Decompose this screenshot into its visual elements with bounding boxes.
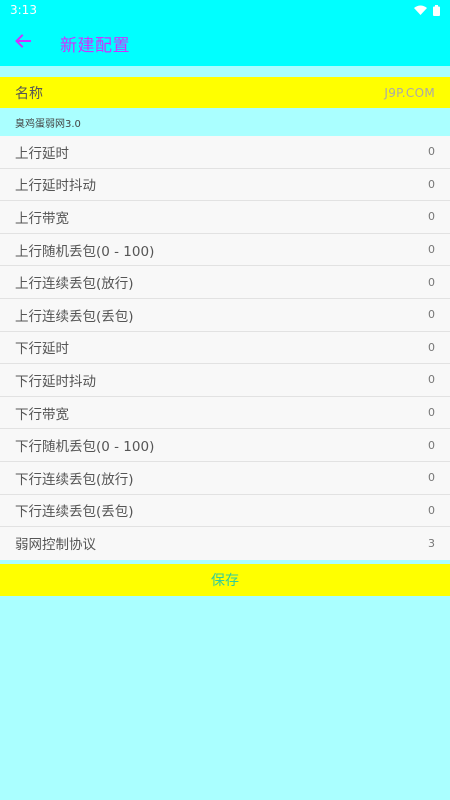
setting-row-downlink-delay[interactable]: 下行延时 0 xyxy=(0,332,450,365)
setting-label: 下行随机丢包(0 - 100) xyxy=(15,439,155,456)
back-button[interactable] xyxy=(0,20,46,66)
setting-label: 上行随机丢包(0 - 100) xyxy=(15,243,155,260)
setting-row-downlink-burst-drop[interactable]: 下行连续丢包(丢包) 0 xyxy=(0,495,450,528)
setting-value: 0 xyxy=(428,243,435,257)
save-button[interactable]: 保存 xyxy=(0,564,450,596)
setting-label: 下行延时抖动 xyxy=(15,373,96,390)
setting-label: 上行带宽 xyxy=(15,210,69,227)
setting-value: 0 xyxy=(428,471,435,485)
setting-row-uplink-random-loss[interactable]: 上行随机丢包(0 - 100) 0 xyxy=(0,234,450,267)
setting-row-downlink-burst-pass[interactable]: 下行连续丢包(放行) 0 xyxy=(0,462,450,495)
setting-value: 0 xyxy=(428,438,435,452)
divider-strip xyxy=(0,66,450,76)
status-time: 3:13 xyxy=(10,3,37,17)
setting-value: 0 xyxy=(428,373,435,387)
config-subtitle: 臭鸡蛋弱网3.0 xyxy=(0,108,450,136)
setting-value: 3 xyxy=(428,536,435,550)
settings-list: 上行延时 0 上行延时抖动 0 上行带宽 0 上行随机丢包(0 - 100) 0… xyxy=(0,136,450,560)
setting-label: 下行连续丢包(丢包) xyxy=(15,504,134,521)
setting-label: 下行连续丢包(放行) xyxy=(15,471,134,488)
status-bar: 3:13 xyxy=(0,0,450,20)
setting-label: 上行连续丢包(丢包) xyxy=(15,308,134,325)
save-button-label: 保存 xyxy=(211,573,239,589)
setting-value: 0 xyxy=(428,340,435,354)
setting-row-uplink-bandwidth[interactable]: 上行带宽 0 xyxy=(0,201,450,234)
setting-row-downlink-bandwidth[interactable]: 下行带宽 0 xyxy=(0,397,450,430)
setting-label: 上行延时抖动 xyxy=(15,178,96,195)
setting-value: 0 xyxy=(428,406,435,420)
setting-row-uplink-burst-pass[interactable]: 上行连续丢包(放行) 0 xyxy=(0,266,450,299)
wifi-icon xyxy=(414,5,427,15)
setting-label: 上行延时 xyxy=(15,145,69,162)
setting-label: 下行延时 xyxy=(15,341,69,358)
back-arrow-icon xyxy=(14,32,32,54)
setting-value: 0 xyxy=(428,308,435,322)
setting-label: 弱网控制协议 xyxy=(15,537,96,554)
page-title: 新建配置 xyxy=(60,35,130,56)
setting-value: 0 xyxy=(428,503,435,517)
setting-value: 0 xyxy=(428,210,435,224)
setting-row-uplink-burst-drop[interactable]: 上行连续丢包(丢包) 0 xyxy=(0,299,450,332)
setting-value: 0 xyxy=(428,177,435,191)
setting-row-uplink-delay[interactable]: 上行延时 0 xyxy=(0,136,450,169)
setting-row-downlink-random-loss[interactable]: 下行随机丢包(0 - 100) 0 xyxy=(0,429,450,462)
setting-row-protocol[interactable]: 弱网控制协议 3 xyxy=(0,527,450,560)
name-row[interactable]: 名称 J9P.COM xyxy=(0,77,450,108)
status-icons xyxy=(414,4,440,16)
setting-row-downlink-jitter[interactable]: 下行延时抖动 0 xyxy=(0,364,450,397)
setting-row-uplink-jitter[interactable]: 上行延时抖动 0 xyxy=(0,169,450,202)
battery-icon xyxy=(433,4,440,16)
name-label: 名称 xyxy=(15,85,43,102)
app-bar: 新建配置 xyxy=(0,20,450,66)
setting-label: 下行带宽 xyxy=(15,406,69,423)
setting-value: 0 xyxy=(428,275,435,289)
name-value: J9P.COM xyxy=(384,85,435,100)
setting-label: 上行连续丢包(放行) xyxy=(15,276,134,293)
setting-value: 0 xyxy=(428,145,435,159)
